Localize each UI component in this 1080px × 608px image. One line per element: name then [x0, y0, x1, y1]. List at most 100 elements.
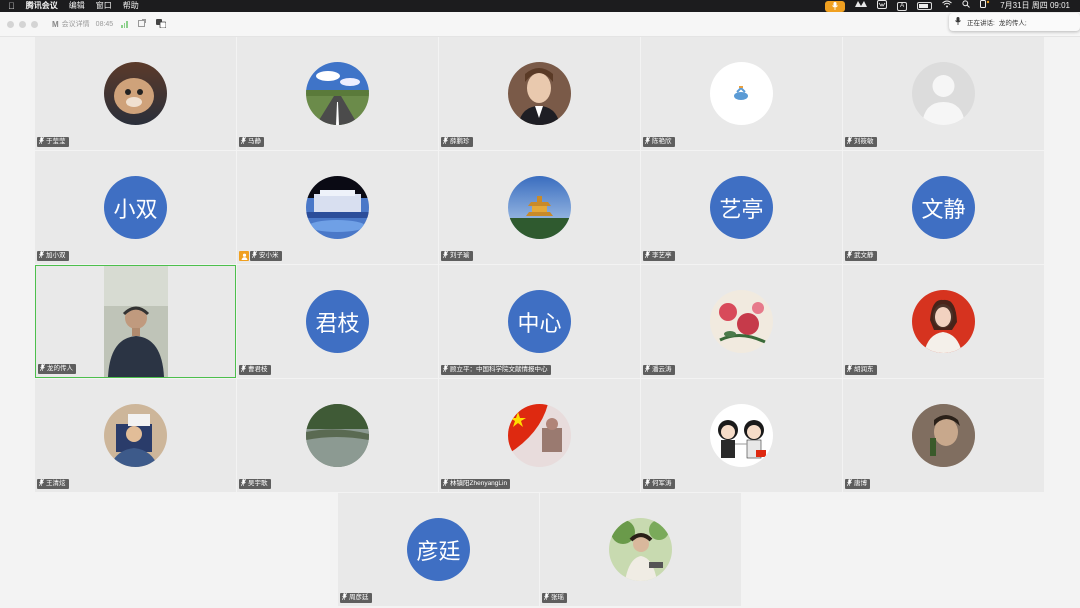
participant-name-label: 刘子瑜: [441, 250, 473, 262]
participant-name: 林镇阳ZhenyangLin: [450, 480, 508, 487]
participant-tile[interactable]: 于莹莹: [35, 37, 236, 150]
participant-tile[interactable]: 刘子瑜: [439, 151, 640, 264]
microphone-muted-icon: [442, 364, 449, 376]
participant-tile[interactable]: 彦廷周彦廷: [338, 493, 539, 606]
apple-menu-icon[interactable]: : [8, 0, 15, 12]
popout-window-icon[interactable]: [137, 19, 146, 29]
participant-tile[interactable]: 胡润东: [843, 265, 1044, 378]
participant-name-label: 林镇阳ZhenyangLin: [441, 478, 511, 489]
participant-tile[interactable]: 张瑶: [540, 493, 741, 606]
microphone-muted-icon: [846, 478, 853, 490]
microphone-muted-icon: [442, 250, 449, 262]
microphone-muted-icon: [543, 592, 550, 604]
participant-tile[interactable]: 潘云涛: [641, 265, 842, 378]
microphone-muted-icon: [39, 363, 46, 375]
microphone-muted-icon: [251, 250, 258, 262]
participant-name-label: 吴宇歌: [239, 478, 271, 489]
participant-name: 胡润东: [854, 366, 874, 373]
participant-name: 龙的传人: [47, 365, 73, 372]
participant-name-label: 薛鹏珍: [441, 136, 473, 148]
participant-name: 安小米: [259, 252, 279, 259]
meeting-details-link[interactable]: 会议详情: [62, 19, 90, 29]
participant-tile[interactable]: 薛鹏珍: [439, 37, 640, 150]
close-window-button[interactable]: [7, 20, 14, 28]
participant-name: 顾立平：中国科学院文献情报中心: [450, 366, 548, 373]
participant-name: 何军涛: [652, 480, 672, 487]
network-signal-icon[interactable]: [121, 20, 128, 28]
participant-tile[interactable]: 唐博: [843, 379, 1044, 492]
participant-name-label: 顾立平：中国科学院文献情报中心: [441, 364, 551, 376]
participant-name: 吴宇歌: [248, 480, 268, 487]
participant-tile[interactable]: 文静 武文静: [843, 151, 1044, 264]
microphone-muted-icon: [644, 478, 651, 490]
participant-avatar: [912, 290, 975, 353]
participant-name-label: 潘云涛: [643, 364, 675, 376]
zoom-window-button[interactable]: [31, 20, 38, 28]
participant-tile[interactable]: 龙的传人: [35, 265, 236, 378]
menu-clock[interactable]: 7月31日 周四 09:01: [1000, 0, 1070, 12]
speaking-label: 正在讲话:: [967, 20, 995, 27]
participant-name-label: 唐博: [845, 478, 870, 490]
microphone-muted-icon: [240, 136, 247, 148]
participant-tile[interactable]: 何军涛: [641, 379, 842, 492]
translate-icon[interactable]: [155, 18, 167, 30]
participant-tile[interactable]: 林镇阳ZhenyangLin: [439, 379, 640, 492]
microphone-muted-icon: [846, 250, 853, 262]
microphone-status-icon[interactable]: [825, 0, 846, 12]
speaking-notification: 正在讲话: 龙的传人;: [949, 13, 1080, 31]
participant-tile[interactable]: 吴宇歌: [237, 379, 438, 492]
spotlight-search-icon[interactable]: [962, 0, 971, 12]
tencent-meeting-tray-icon[interactable]: [855, 0, 868, 12]
participant-tile[interactable]: 刘筱敏: [843, 37, 1044, 150]
participant-name: 王清炫: [46, 480, 66, 487]
participant-tile[interactable]: 小双 加小双: [35, 151, 236, 264]
wifi-icon[interactable]: [942, 0, 953, 12]
app-menu[interactable]: 腾讯会议: [26, 0, 58, 12]
microphone-muted-icon: [341, 592, 348, 604]
participant-video-feed: [104, 266, 168, 377]
participant-avatar: [710, 290, 773, 353]
participant-tile[interactable]: 安小米: [237, 151, 438, 264]
input-method-indicator[interactable]: A: [897, 1, 908, 11]
participant-avatar: 君枝: [306, 290, 369, 353]
participant-name-label: 刘筱敏: [845, 136, 877, 147]
participant-avatar: [508, 176, 571, 239]
participant-name-label: 张瑶: [542, 592, 567, 604]
participant-name-label: 武文静: [845, 250, 877, 262]
participant-tile[interactable]: 马静: [237, 37, 438, 150]
participant-tile[interactable]: 艺亭李艺亭: [641, 151, 842, 264]
menu-window[interactable]: 窗口: [96, 0, 112, 12]
participant-name: 陈艳欣: [652, 138, 672, 145]
participant-name-label: 龙的传人: [38, 363, 76, 375]
participant-name: 于莹莹: [46, 138, 66, 145]
wechat-tray-icon[interactable]: [877, 0, 888, 13]
participant-name: 张瑶: [551, 594, 564, 601]
minimize-window-button[interactable]: [19, 20, 26, 28]
battery-icon[interactable]: [917, 2, 933, 10]
microphone-muted-icon: [442, 136, 449, 148]
participant-name: 刘子瑜: [450, 252, 470, 259]
participant-tile[interactable]: 王清炫: [35, 379, 236, 492]
microphone-icon: [955, 17, 961, 27]
participant-avatar: [306, 176, 369, 239]
participant-avatar: 彦廷: [407, 518, 470, 581]
participant-name-label: 曹君枝: [239, 364, 271, 375]
control-center-icon[interactable]: [980, 0, 990, 12]
participant-avatar: [912, 62, 975, 125]
participant-avatar: 中心: [508, 290, 571, 353]
menu-help[interactable]: 帮助: [123, 0, 139, 12]
microphone-muted-icon: [644, 136, 651, 148]
participant-avatar: [508, 62, 571, 125]
participant-name-label: 李艺亭: [643, 250, 675, 261]
participant-tile[interactable]: 中心顾立平：中国科学院文献情报中心: [439, 265, 640, 378]
menu-edit[interactable]: 编辑: [69, 0, 85, 12]
participant-name: 李艺亭: [652, 252, 672, 259]
participant-tile[interactable]: 陈艳欣: [641, 37, 842, 150]
microphone-muted-icon: [846, 364, 853, 376]
participant-avatar: [710, 62, 773, 125]
participant-tile[interactable]: 君枝曹君枝: [237, 265, 438, 378]
participant-avatar: 艺亭: [710, 176, 773, 239]
microphone-muted-icon: [644, 364, 651, 376]
participant-avatar: [508, 404, 571, 467]
participant-name-label: 周彦廷: [340, 592, 372, 604]
